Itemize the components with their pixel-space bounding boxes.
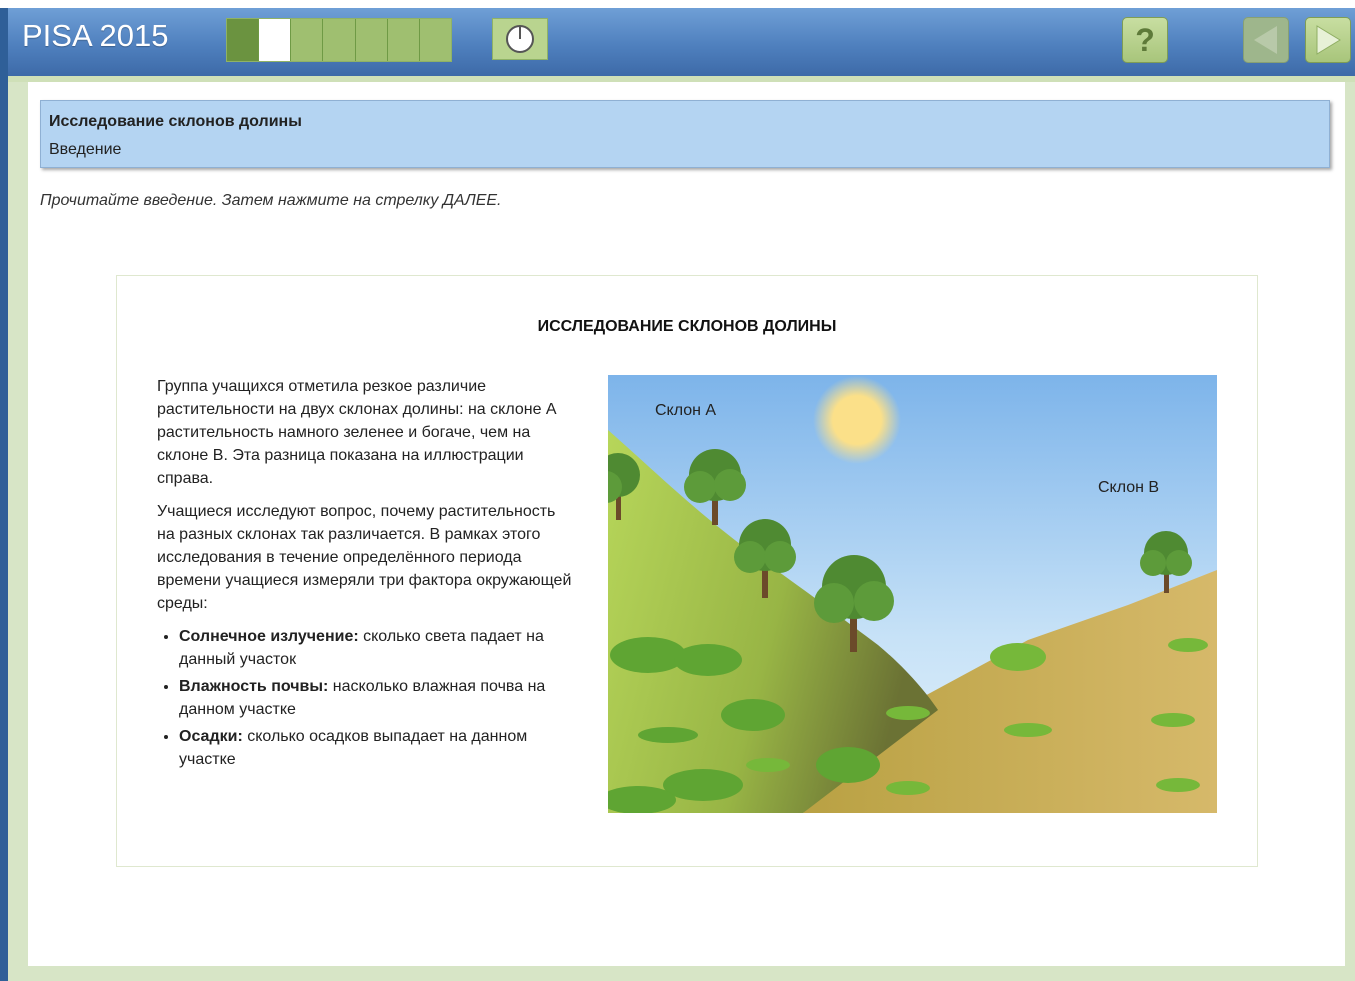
slope-a-label: Склон А (655, 402, 717, 419)
factor-term: Солнечное излучение: (179, 628, 359, 645)
next-arrow-icon (1316, 25, 1341, 55)
progress-segment (291, 19, 324, 61)
unit-header: Исследование склонов долины Введение (40, 100, 1330, 168)
back-button[interactable] (1243, 17, 1289, 63)
timer-icon (506, 25, 534, 53)
help-icon: ? (1135, 21, 1155, 58)
next-button[interactable] (1305, 17, 1351, 63)
progress-segment (387, 19, 420, 61)
unit-subtitle: Введение (49, 141, 122, 158)
stimulus-text: Группа учащихся отметила резкое различие… (157, 375, 577, 775)
factor-term: Осадки: (179, 728, 243, 745)
brand-title: PISA 2015 (22, 18, 169, 53)
valley-image (608, 375, 1217, 813)
progress-segment-current (259, 19, 292, 61)
instruction-text: Прочитайте введение. Затем нажмите на ст… (40, 192, 502, 209)
sun-icon (813, 376, 901, 464)
stimulus-panel: ИССЛЕДОВАНИЕ СКЛОНОВ ДОЛИНЫ Группа учащи… (116, 275, 1258, 867)
help-button[interactable]: ? (1122, 17, 1168, 63)
factor-item: Влажность почвы: насколько влажная почва… (179, 675, 577, 721)
progress-segment (355, 19, 388, 61)
unit-title: Исследование склонов долины (49, 113, 302, 130)
factor-term: Влажность почвы: (179, 678, 329, 695)
progress-segment (227, 19, 260, 61)
stimulus-paragraph-2: Учащиеся исследуют вопрос, почему растит… (157, 503, 572, 612)
progress-segment (419, 19, 451, 61)
valley-illustration: Склон А Склон В (608, 375, 1217, 813)
back-arrow-icon (1254, 26, 1277, 54)
progress-segment (323, 19, 356, 61)
factor-item: Солнечное излучение: сколько света падае… (179, 625, 577, 671)
factor-item: Осадки: сколько осадков выпадает на данн… (179, 725, 577, 771)
progress-indicator (226, 18, 452, 62)
slope-b-label: Склон В (1098, 479, 1160, 496)
factor-list: Солнечное излучение: сколько света падае… (157, 625, 577, 771)
stimulus-paragraph-1: Группа учащихся отметила резкое различие… (157, 378, 556, 487)
stimulus-title: ИССЛЕДОВАНИЕ СКЛОНОВ ДОЛИНЫ (537, 318, 837, 335)
content-area: Исследование склонов долины Введение Про… (28, 82, 1345, 966)
timer-button[interactable] (492, 18, 548, 60)
